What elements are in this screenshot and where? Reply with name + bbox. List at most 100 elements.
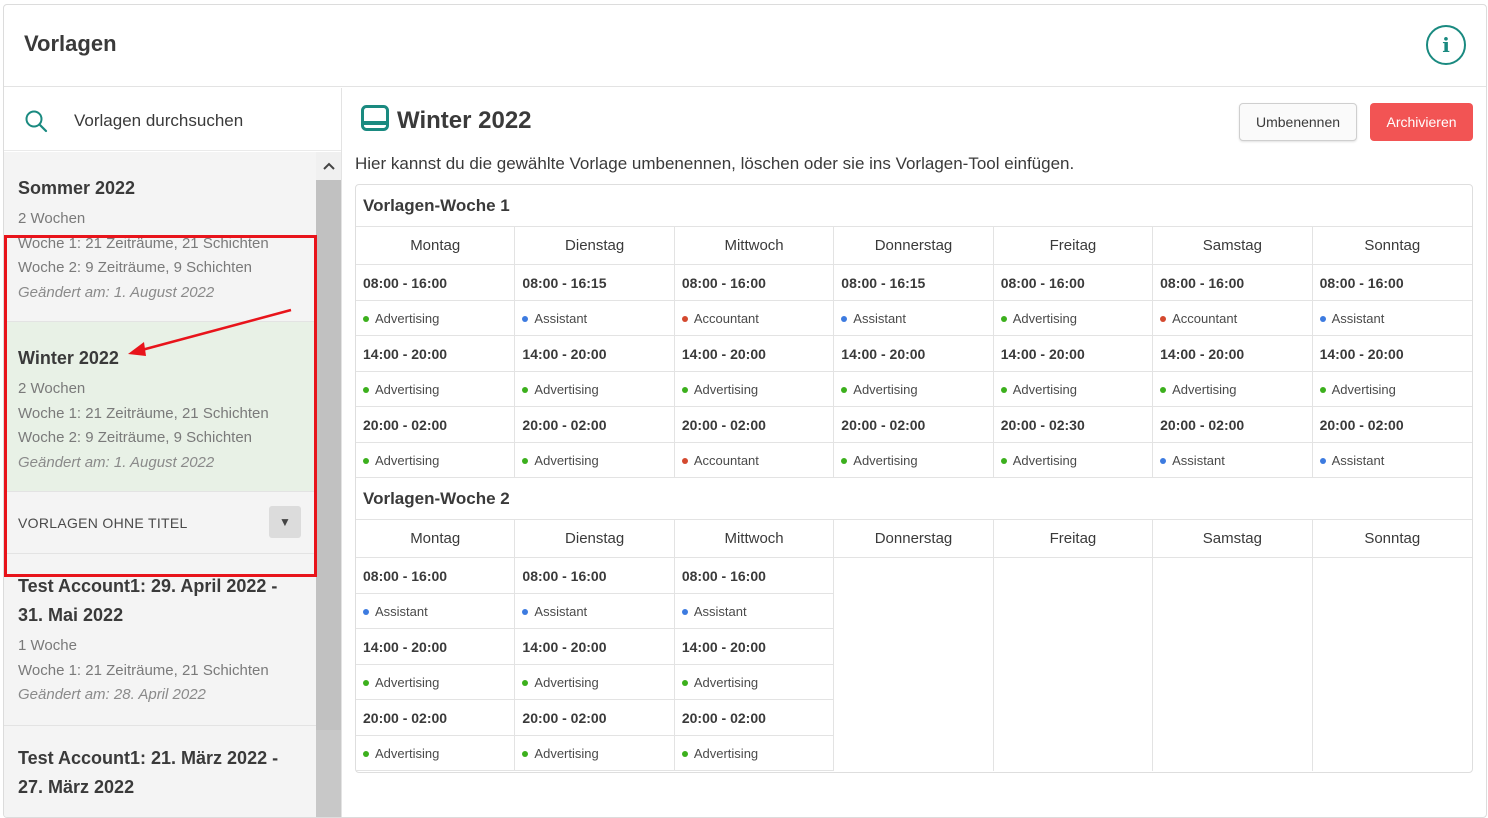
shift-role: Assistant	[1153, 443, 1312, 478]
search-input[interactable]	[74, 106, 324, 136]
shift-role: Advertising	[356, 443, 515, 478]
day-header: Samstag	[1153, 227, 1312, 265]
role-dot-icon	[522, 751, 529, 757]
day-column: Freitag 08:00 - 16:00 Advertising 14:00 - 2…	[993, 227, 1154, 478]
day-header: Sonntag	[1312, 520, 1472, 558]
shift-time[interactable]: 20:00 - 02:00	[356, 407, 515, 443]
shift-time[interactable]: 20:00 - 02:00	[834, 407, 993, 443]
day-header: Montag	[356, 227, 515, 265]
search-icon[interactable]	[24, 109, 48, 138]
template-item-sommer-2022[interactable]: Sommer 2022 2 Wochen Woche 1: 21 Zeiträu…	[4, 152, 316, 322]
role-dot-icon	[681, 458, 688, 464]
detail-title: Winter 2022	[397, 106, 532, 134]
shift-time[interactable]: 14:00 - 20:00	[515, 336, 674, 372]
day-column: Dienstag 08:00 - 16:15 Assistant 14:00 - 20…	[515, 227, 675, 478]
shift-role: Advertising	[674, 372, 834, 407]
role-label: Advertising	[1331, 382, 1396, 397]
shift-time[interactable]: 08:00 - 16:00	[674, 558, 834, 594]
shift-time[interactable]: 20:00 - 02:00	[356, 700, 515, 736]
role-dot-icon	[363, 316, 369, 322]
role-label: Accountant	[693, 453, 759, 468]
shift-time[interactable]: 20:00 - 02:00	[1312, 407, 1472, 443]
scroll-thumb[interactable]	[316, 180, 341, 730]
role-dot-icon	[363, 387, 369, 393]
shift-time[interactable]: 20:00 - 02:00	[515, 407, 674, 443]
shift-time[interactable]: 08:00 - 16:00	[1312, 265, 1472, 301]
template-changed-date: Geändert am: 28. April 2022	[18, 686, 206, 703]
shift-time[interactable]: 14:00 - 20:00	[834, 336, 993, 372]
shift-time[interactable]: 08:00 - 16:00	[1153, 265, 1312, 301]
shift-role: Assistant	[356, 594, 515, 629]
role-dot-icon	[681, 387, 688, 393]
shift-time[interactable]: 14:00 - 20:00	[993, 336, 1153, 372]
shift-role: Advertising	[993, 301, 1153, 336]
caret-down-icon[interactable]: ▼	[269, 506, 301, 538]
role-label: Advertising	[693, 382, 759, 397]
day-header: Mittwoch	[674, 520, 834, 558]
template-title: Test Account1: 29. April 2022 - 31. Mai …	[18, 576, 278, 625]
shift-role: Assistant	[515, 301, 674, 336]
shift-time[interactable]: 14:00 - 20:00	[1153, 336, 1312, 372]
role-label: Advertising	[534, 675, 599, 690]
weeks-container: Vorlagen-Woche 1 Montag 08:00 - 16:00 Adve…	[355, 184, 1473, 773]
template-icon	[361, 105, 389, 136]
shift-time[interactable]: 08:00 - 16:00	[515, 558, 674, 594]
shift-role: Assistant	[674, 594, 834, 629]
shift-time[interactable]: 08:00 - 16:00	[993, 265, 1153, 301]
info-icon[interactable]: i	[1426, 25, 1466, 65]
detail-description: Hier kannst du die gewählte Vorlage umbe…	[355, 154, 1075, 173]
shift-role: Assistant	[1312, 443, 1472, 478]
shift-time[interactable]: 14:00 - 20:00	[515, 629, 674, 665]
shift-time[interactable]: 20:00 - 02:00	[674, 700, 834, 736]
week-grid: Montag 08:00 - 16:00 Assistant 14:00 - 20:0…	[356, 520, 1472, 771]
modal-header: Vorlagen i	[4, 5, 1486, 87]
role-dot-icon	[1319, 387, 1326, 393]
archive-button[interactable]: Archivieren	[1370, 103, 1473, 141]
role-dot-icon	[1000, 458, 1007, 464]
shift-time[interactable]: 08:00 - 16:00	[674, 265, 834, 301]
section-label: VORLAGEN OHNE TITEL	[18, 515, 188, 531]
template-week-summary: Woche 1: 21 Zeiträume, 21 Schichten	[18, 234, 269, 252]
template-item-test-account-april[interactable]: Test Account1: 29. April 2022 - 31. Mai …	[4, 554, 316, 726]
shift-time[interactable]: 08:00 - 16:00	[356, 265, 515, 301]
templates-sidebar: Sommer 2022 2 Wochen Woche 1: 21 Zeiträu…	[4, 88, 342, 817]
shift-time[interactable]: 14:00 - 20:00	[356, 336, 515, 372]
shift-time[interactable]: 14:00 - 20:00	[674, 336, 834, 372]
role-dot-icon	[681, 751, 688, 757]
role-dot-icon	[681, 609, 688, 615]
role-dot-icon	[522, 316, 529, 322]
shift-time[interactable]: 20:00 - 02:00	[1153, 407, 1312, 443]
shift-time[interactable]: 08:00 - 16:15	[515, 265, 674, 301]
shift-role: Advertising	[834, 372, 993, 407]
role-label: Advertising	[534, 382, 599, 397]
shift-time[interactable]: 08:00 - 16:00	[356, 558, 515, 594]
shift-time[interactable]: 20:00 - 02:00	[515, 700, 674, 736]
shift-role: Advertising	[674, 736, 834, 771]
shift-time[interactable]: 20:00 - 02:00	[674, 407, 834, 443]
shift-role: Advertising	[834, 443, 993, 478]
role-dot-icon	[522, 387, 529, 393]
template-list: Sommer 2022 2 Wochen Woche 1: 21 Zeiträu…	[4, 152, 316, 817]
shift-role: Advertising	[356, 736, 515, 771]
scroll-up-icon[interactable]	[316, 152, 341, 180]
shift-role: Advertising	[515, 665, 674, 700]
day-column: Sonntag 08:00 - 16:00 Assistant 14:00 - 20:…	[1312, 227, 1472, 478]
shift-role: Advertising	[1153, 372, 1312, 407]
shift-role: Advertising	[515, 443, 674, 478]
template-item-test-account-march[interactable]: Test Account1: 21. März 2022 - 27. März …	[4, 726, 316, 817]
role-dot-icon	[841, 387, 848, 393]
shift-time[interactable]: 08:00 - 16:15	[834, 265, 993, 301]
day-header: Sonntag	[1312, 227, 1472, 265]
shift-time[interactable]: 14:00 - 20:00	[356, 629, 515, 665]
shift-time[interactable]: 14:00 - 20:00	[674, 629, 834, 665]
list-scrollbar[interactable]	[316, 152, 341, 817]
rename-button[interactable]: Umbenennen	[1239, 103, 1357, 141]
template-week-summary: Woche 1: 21 Zeiträume, 21 Schichten	[18, 661, 269, 679]
week-2: Vorlagen-Woche 2 Montag 08:00 - 16:00 Assi…	[356, 478, 1472, 771]
shift-time[interactable]: 14:00 - 20:00	[1312, 336, 1472, 372]
day-header: Mittwoch	[674, 227, 834, 265]
role-label: Assistant	[693, 604, 747, 619]
shift-time[interactable]: 20:00 - 02:30	[993, 407, 1153, 443]
day-column: Sonntag	[1312, 520, 1472, 771]
template-item-winter-2022[interactable]: Winter 2022 2 Wochen Woche 1: 21 Zeiträu…	[4, 322, 316, 492]
